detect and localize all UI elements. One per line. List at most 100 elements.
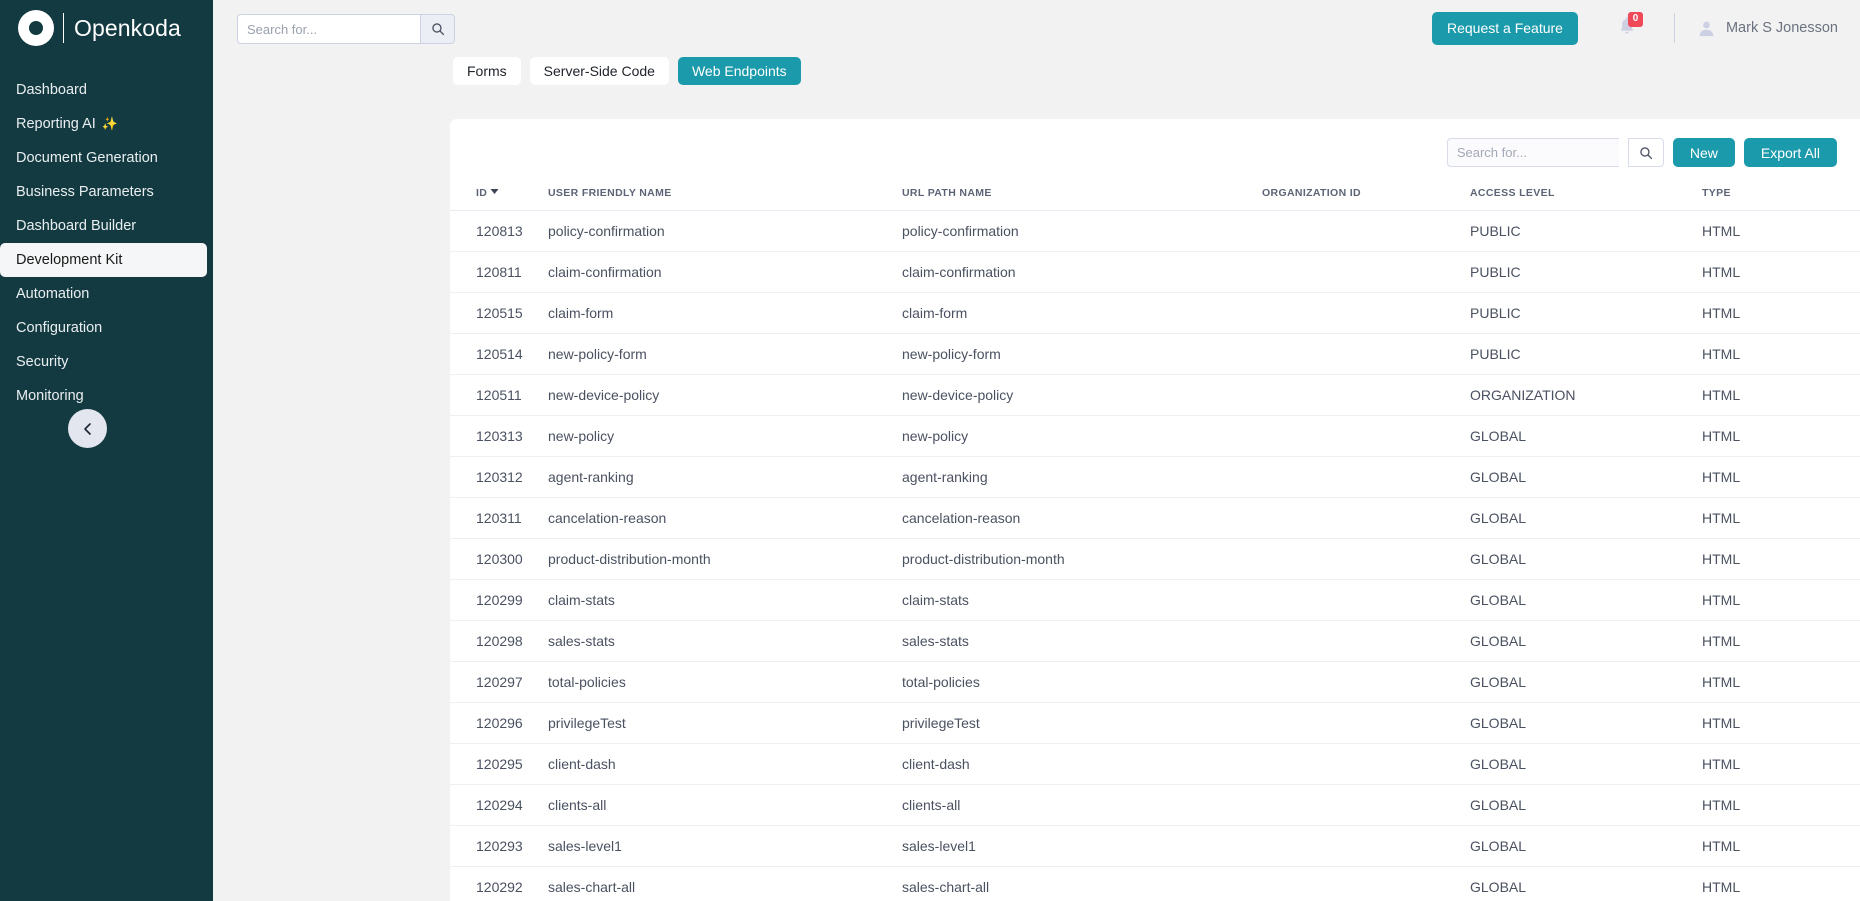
cell-organization-id [1262,210,1470,252]
global-search [237,14,455,44]
cell-id: 120293 [450,825,548,867]
table-row[interactable]: 120295 client-dash client-dash GLOBAL HTML [450,743,1860,785]
column-header-access-level[interactable]: ACCESS LEVEL [1470,181,1702,211]
table-row[interactable]: 120300 product-distribution-month product-… [450,538,1860,580]
table-row[interactable]: 120297 total-policies total-policies GLOBAL… [450,661,1860,703]
sidebar-item-automation[interactable]: Automation [0,277,207,311]
user-menu[interactable]: Mark S Jonesson [1697,19,1838,38]
table-search-input[interactable] [1446,138,1619,167]
sidebar-item-dashboard-builder[interactable]: Dashboard Builder [0,209,207,243]
cell-url-path-name: sales-chart-all [902,866,1262,901]
table-row[interactable]: 120311 cancelation-reason cancelation-reas… [450,497,1860,539]
sidebar-nav: Dashboard Reporting AI ✨ Document Generat… [0,73,213,413]
notifications-button[interactable]: 0 [1616,12,1643,41]
table-search-button[interactable] [1627,138,1664,167]
cell-id: 120514 [450,333,548,375]
table-row[interactable]: 120292 sales-chart-all sales-chart-all GLOB… [450,866,1860,901]
cell-organization-id [1262,333,1470,375]
table-row[interactable]: 120813 policy-confirmation policy-confirma… [450,210,1860,252]
cell-type: HTML [1702,743,1860,785]
cell-organization-id [1262,579,1470,621]
column-header-type[interactable]: TYPE [1702,181,1860,211]
table-row[interactable]: 120511 new-device-policy new-device-policy… [450,374,1860,416]
sidebar-item-security[interactable]: Security [0,345,207,379]
cell-type: HTML [1702,825,1860,867]
table-row[interactable]: 120312 agent-ranking agent-ranking GLOBAL HT… [450,456,1860,498]
cell-type: HTML [1702,497,1860,539]
sidebar-item-configuration[interactable]: Configuration [0,311,207,345]
cell-type: HTML [1702,333,1860,375]
table-row[interactable]: 120299 claim-stats claim-stats GLOBAL HTML [450,579,1860,621]
table-row[interactable]: 120514 new-policy-form new-policy-form PUBL… [450,333,1860,375]
cell-url-path-name: new-device-policy [902,374,1262,416]
cell-id: 120515 [450,292,548,334]
table-row[interactable]: 120294 clients-all clients-all GLOBAL HTML [450,784,1860,826]
cell-user-friendly-name: new-device-policy [548,374,902,416]
table-row[interactable]: 120296 privilegeTest privilegeTest GLOBAL HT… [450,702,1860,744]
sidebar-item-label: Security [16,353,69,370]
column-header-id[interactable]: ID [450,181,548,211]
cell-url-path-name: agent-ranking [902,456,1262,498]
cell-user-friendly-name: clients-all [548,784,902,826]
cell-organization-id [1262,456,1470,498]
cell-organization-id [1262,620,1470,662]
cell-type: HTML [1702,210,1860,252]
cell-id: 120311 [450,497,548,539]
new-button[interactable]: New [1672,138,1735,167]
export-all-button[interactable]: Export All [1743,138,1837,167]
cell-user-friendly-name: new-policy-form [548,333,902,375]
column-header-url-path-name[interactable]: URL PATH NAME [902,181,1262,211]
sidebar-item-monitoring[interactable]: Monitoring [0,379,207,413]
cell-organization-id [1262,825,1470,867]
cell-type: HTML [1702,579,1860,621]
tab-forms[interactable]: Forms [453,57,521,85]
cell-url-path-name: new-policy [902,415,1262,457]
cell-access-level: GLOBAL [1470,702,1702,744]
caret-down-icon [490,189,499,194]
cell-organization-id [1262,415,1470,457]
tab-web-endpoints[interactable]: Web Endpoints [677,57,801,85]
table-row[interactable]: 120313 new-policy new-policy GLOBAL HTML [450,415,1860,457]
cell-user-friendly-name: policy-confirmation [548,210,902,252]
openkoda-ring-logo-icon [18,10,54,46]
topbar-divider [1673,13,1675,43]
table-header-row: ID USER FRIENDLY NAME URL PATH NAME ORGA… [450,181,1860,211]
search-input[interactable] [237,14,420,44]
sidebar-item-development-kit[interactable]: Development Kit [0,243,207,277]
column-header-user-friendly-name[interactable]: USER FRIENDLY NAME [548,181,902,211]
tab-server-side-code[interactable]: Server-Side Code [529,57,669,85]
request-feature-button[interactable]: Request a Feature [1432,11,1578,45]
cell-user-friendly-name: agent-ranking [548,456,902,498]
sidebar-item-business-parameters[interactable]: Business Parameters [0,175,207,209]
cell-access-level: GLOBAL [1470,456,1702,498]
cell-id: 120813 [450,210,548,252]
search-button[interactable] [420,14,455,44]
table-row[interactable]: 120293 sales-level1 sales-level1 GLOBAL HTML [450,825,1860,867]
sidebar-item-document-generation[interactable]: Document Generation [0,141,207,175]
table-row[interactable]: 120811 claim-confirmation claim-confirmati… [450,251,1860,293]
cell-id: 120811 [450,251,548,293]
column-header-organization-id[interactable]: ORGANIZATION ID [1262,181,1470,211]
sidebar-item-dashboard[interactable]: Dashboard [0,73,207,107]
cell-id: 120295 [450,743,548,785]
cell-access-level: GLOBAL [1470,661,1702,703]
table-row[interactable]: 120298 sales-stats sales-stats GLOBAL HTML [450,620,1860,662]
sidebar-item-label: Configuration [16,319,103,336]
sidebar-collapse-button[interactable] [68,409,107,448]
brand[interactable]: Openkoda [0,0,213,56]
table-row[interactable]: 120515 claim-form claim-form PUBLIC HTML [450,292,1860,334]
sparkles-icon: ✨ [101,116,118,131]
cell-id: 120511 [450,374,548,416]
search-icon [431,23,444,36]
cell-url-path-name: client-dash [902,743,1262,785]
cell-organization-id [1262,497,1470,539]
sidebar-item-label: Automation [16,285,90,302]
section-tabs: Forms Server-Side Code Web Endpoints [213,57,1860,85]
sidebar-item-label: Dashboard [16,81,87,98]
cell-url-path-name: product-distribution-month [902,538,1262,580]
cell-user-friendly-name: cancelation-reason [548,497,902,539]
sidebar-item-reporting-ai[interactable]: Reporting AI ✨ [0,107,207,141]
cell-url-path-name: policy-confirmation [902,210,1262,252]
cell-organization-id [1262,661,1470,703]
cell-id: 120296 [450,702,548,744]
